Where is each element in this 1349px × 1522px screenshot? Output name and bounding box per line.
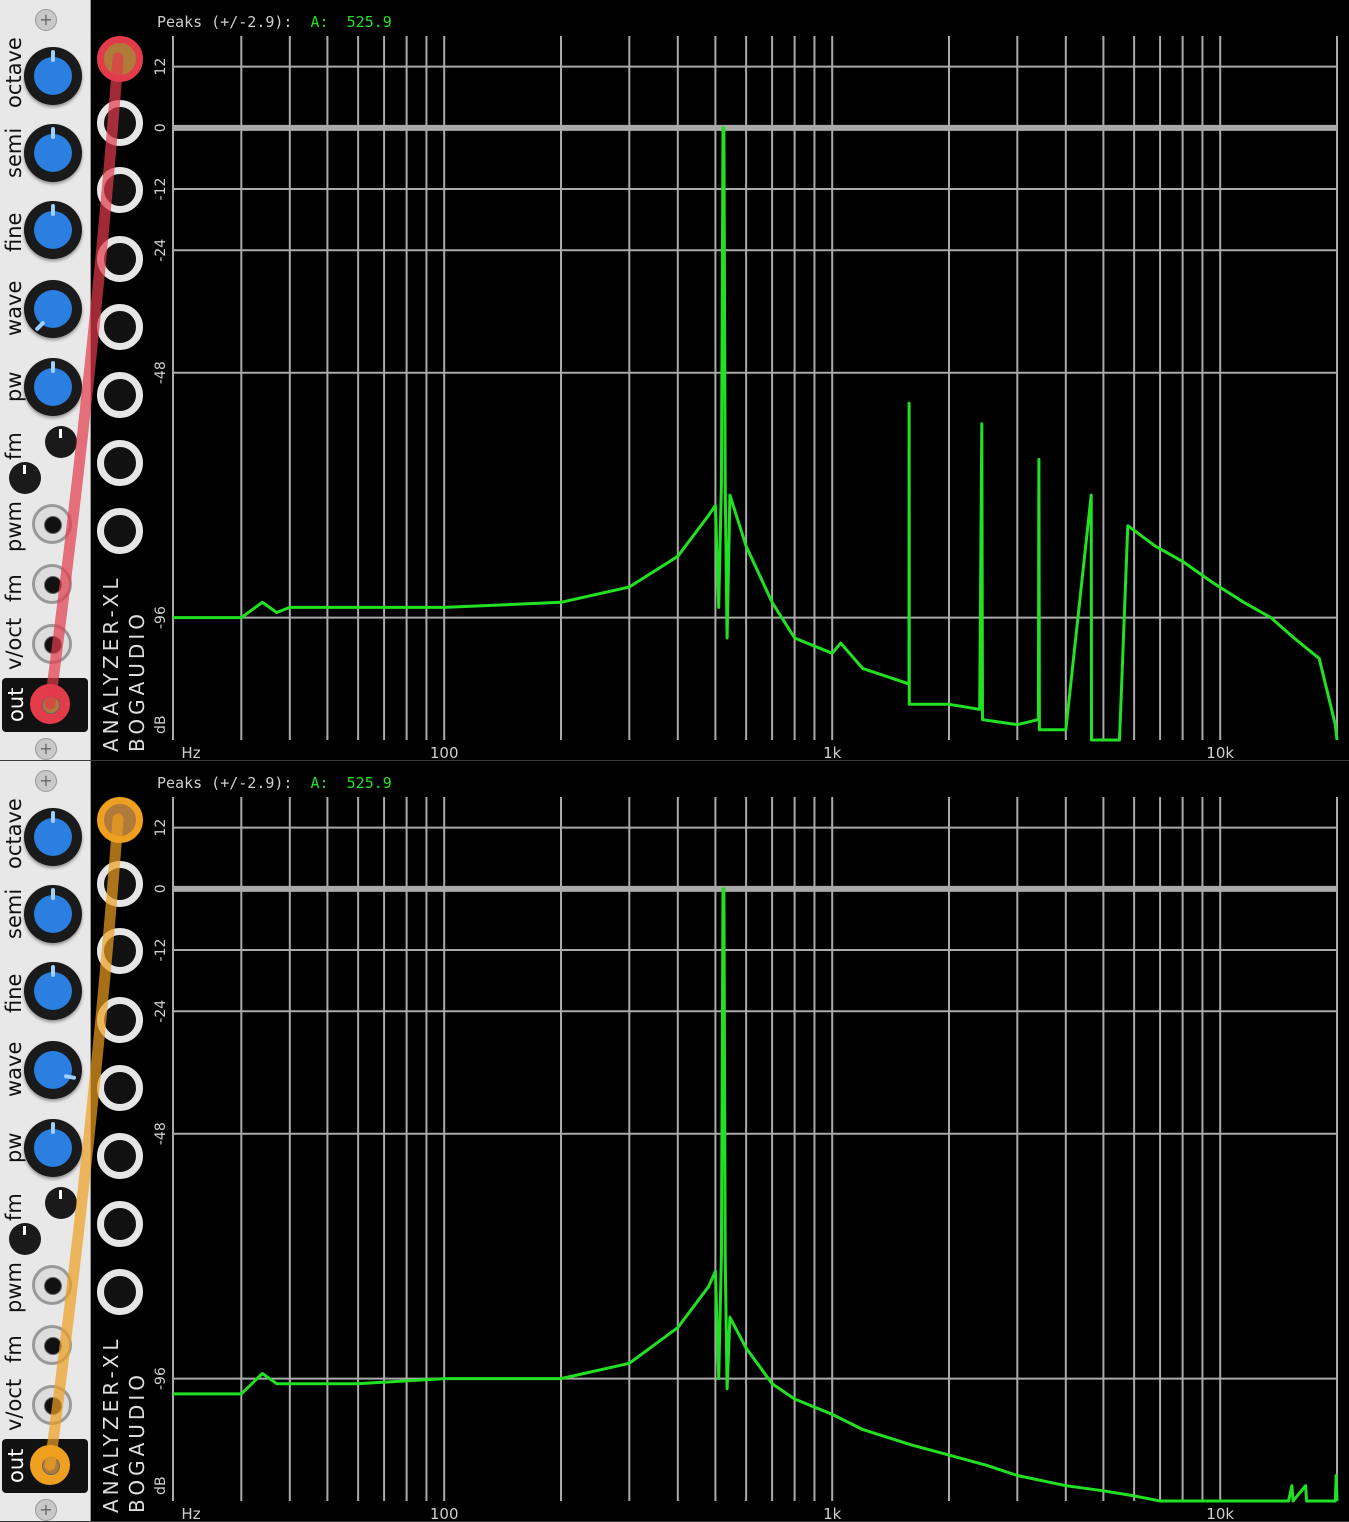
pwm-amount-knob[interactable] — [9, 1223, 41, 1255]
y-tick-label: -96 — [153, 1367, 169, 1390]
y-tick-label: dB — [153, 715, 169, 734]
y-tick-label: -48 — [153, 1122, 169, 1145]
semi-label: semi — [2, 127, 26, 178]
wave-label: wave — [2, 1041, 26, 1097]
screw-icon: + — [35, 738, 57, 760]
y-tick-label: 0 — [153, 884, 169, 893]
octave-label: octave — [2, 37, 26, 108]
out-label: out — [4, 687, 28, 722]
output-jack[interactable] — [30, 1445, 70, 1485]
spectrum-display: 12 0 -12 -24 -48 -96 dB Hz 100 1k 10k — [153, 797, 1339, 1521]
y-tick-label: -12 — [153, 178, 169, 201]
voct-label: v/oct — [2, 617, 26, 670]
pw-label: pw — [2, 1132, 26, 1163]
rack-row-bottom: + octave semi fine wave pw fm pwm fm v/o… — [0, 761, 1349, 1521]
fm-input-label: fm — [2, 1335, 26, 1363]
fm-input-jack[interactable] — [32, 564, 72, 604]
fine-label: fine — [2, 212, 26, 252]
spectrum-trace — [173, 126, 1339, 742]
x-tick-label: 1k — [823, 1505, 842, 1521]
fm-knob-label: fm — [2, 432, 26, 460]
fm-amount-knob[interactable] — [45, 426, 77, 458]
y-tick-label: -96 — [153, 606, 169, 629]
octave-knob[interactable] — [24, 808, 82, 866]
pwm-label: pwm — [2, 1262, 26, 1313]
octave-knob[interactable] — [24, 47, 82, 105]
x-tick-label: 10k — [1206, 744, 1234, 760]
y-tick-label: 0 — [153, 123, 169, 132]
pwm-input-jack[interactable] — [32, 504, 72, 544]
octave-label: octave — [2, 798, 26, 869]
oscillator-module: + octave semi fine wave pw fm pwm fm v/o… — [0, 761, 91, 1521]
pwm-label: pwm — [2, 501, 26, 552]
y-tick-label: -24 — [153, 239, 169, 262]
screw-icon: + — [35, 9, 57, 31]
y-tick-label: -48 — [153, 361, 169, 384]
y-tick-label: 12 — [153, 819, 169, 837]
fm-knob-label: fm — [2, 1193, 26, 1221]
y-tick-label: -12 — [153, 939, 169, 962]
spectrum-trace — [173, 887, 1339, 1503]
wave-knob[interactable] — [24, 280, 82, 338]
x-tick-label: Hz — [181, 1505, 200, 1521]
voct-label: v/oct — [2, 1378, 26, 1431]
x-tick-label: 1k — [823, 744, 842, 760]
pw-label: pw — [2, 371, 26, 402]
pwm-amount-knob[interactable] — [9, 462, 41, 494]
x-tick-label: 100 — [430, 1505, 459, 1521]
y-tick-label: dB — [153, 1476, 169, 1495]
y-tick-label: 12 — [153, 58, 169, 76]
spectrum-display: 12 0 -12 -24 -48 -96 dB Hz 100 1k 10k — [153, 36, 1339, 760]
fine-label: fine — [2, 973, 26, 1013]
fine-knob[interactable] — [24, 201, 82, 259]
analyzer-xl-module: ANALYZER-XL BOGAUDIO Peaks (+/-2.9): A: … — [91, 0, 1349, 760]
fm-amount-knob[interactable] — [45, 1187, 77, 1219]
x-tick-label: 10k — [1206, 1505, 1234, 1521]
voct-input-jack[interactable] — [32, 1385, 72, 1425]
rack-row-top: + octave semi fine wave pw fm pwm fm v/o… — [0, 0, 1349, 760]
x-tick-label: 100 — [430, 744, 459, 760]
out-label: out — [4, 1448, 28, 1483]
output-jack[interactable] — [30, 684, 70, 724]
semi-knob[interactable] — [24, 124, 82, 182]
semi-label: semi — [2, 888, 26, 939]
oscillator-module: + octave semi fine wave pw fm pwm fm v/o… — [0, 0, 91, 760]
pw-knob[interactable] — [24, 1119, 82, 1177]
fine-knob[interactable] — [24, 962, 82, 1020]
pwm-input-jack[interactable] — [32, 1265, 72, 1305]
fm-input-jack[interactable] — [32, 1325, 72, 1365]
x-tick-label: Hz — [181, 744, 200, 760]
wave-knob[interactable] — [24, 1041, 82, 1099]
analyzer-xl-module: ANALYZER-XL BOGAUDIO Peaks (+/-2.9): A: … — [91, 761, 1349, 1521]
screw-icon: + — [35, 1499, 57, 1521]
semi-knob[interactable] — [24, 885, 82, 943]
voct-input-jack[interactable] — [32, 624, 72, 664]
wave-label: wave — [2, 280, 26, 336]
fm-input-label: fm — [2, 574, 26, 602]
screw-icon: + — [35, 770, 57, 792]
y-tick-label: -24 — [153, 1000, 169, 1023]
pw-knob[interactable] — [24, 358, 82, 416]
